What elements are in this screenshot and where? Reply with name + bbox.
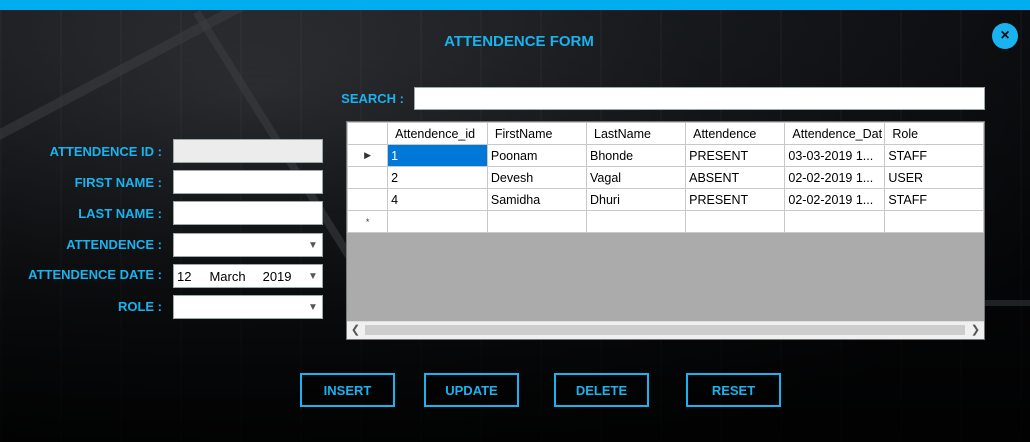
grid-cell[interactable]: Dhuri bbox=[585, 188, 687, 211]
grid-cell[interactable]: Vagal bbox=[585, 166, 687, 189]
role-select[interactable]: ▼ bbox=[173, 295, 323, 319]
grid-cell[interactable]: PRESENT bbox=[685, 188, 786, 211]
grid-cell[interactable]: 02-02-2019 1... bbox=[784, 166, 886, 189]
grid-cell[interactable]: Samidha bbox=[486, 188, 588, 211]
window-top-bar bbox=[0, 0, 1030, 10]
first-name-field[interactable] bbox=[173, 170, 323, 194]
new-row[interactable]: * bbox=[347, 210, 984, 233]
attendence-id-field[interactable] bbox=[173, 139, 323, 163]
role-label: ROLE : bbox=[117, 299, 162, 314]
column-header[interactable]: FirstName bbox=[486, 122, 588, 145]
new-row-marker-icon[interactable]: * bbox=[347, 210, 389, 233]
attendence-id-label: ATTENDENCE ID : bbox=[49, 144, 162, 159]
chevron-down-icon: ▼ bbox=[308, 301, 318, 313]
grid-table: Attendence_id FirstName LastName Attende… bbox=[347, 122, 984, 233]
close-button[interactable]: × bbox=[992, 23, 1018, 49]
column-header[interactable]: Attendence_Dat bbox=[784, 122, 886, 145]
arrow-left-icon[interactable]: ❮ bbox=[347, 322, 364, 339]
grid-cell[interactable]: Bhonde bbox=[585, 144, 687, 167]
grid-cell[interactable] bbox=[387, 210, 488, 233]
insert-button[interactable]: INSERT bbox=[300, 373, 395, 407]
grid-cell[interactable]: 2 bbox=[387, 166, 488, 189]
table-row[interactable]: 2 Devesh Vagal ABSENT 02-02-2019 1... US… bbox=[347, 166, 984, 189]
column-header[interactable]: LastName bbox=[585, 122, 687, 145]
grid-cell[interactable]: Poonam bbox=[486, 144, 588, 167]
horizontal-scrollbar[interactable]: ❮ ❯ bbox=[347, 321, 984, 339]
column-header[interactable]: Attendence bbox=[685, 122, 786, 145]
arrow-right-icon[interactable]: ❯ bbox=[967, 322, 984, 339]
scrollbar-thumb[interactable] bbox=[365, 325, 965, 335]
update-button[interactable]: UPDATE bbox=[424, 373, 519, 407]
last-name-label: LAST NAME : bbox=[78, 206, 162, 221]
search-label: SEARCH : bbox=[341, 91, 404, 106]
chevron-down-icon: ▼ bbox=[308, 239, 318, 251]
grid-cell[interactable]: 02-02-2019 1... bbox=[784, 188, 886, 211]
page-title: ATTENDENCE FORM bbox=[444, 33, 594, 50]
grid-cell[interactable] bbox=[685, 210, 786, 233]
reset-button[interactable]: RESET bbox=[686, 373, 781, 407]
chevron-down-icon: ▼ bbox=[308, 270, 318, 282]
attendence-label: ATTENDENCE : bbox=[66, 237, 162, 252]
close-icon: × bbox=[1000, 27, 1010, 44]
grid-corner-cell bbox=[347, 122, 389, 145]
grid-cell[interactable] bbox=[585, 210, 687, 233]
search-input[interactable] bbox=[414, 87, 985, 110]
grid-cell[interactable] bbox=[884, 210, 984, 233]
date-year: 2019 bbox=[262, 268, 292, 284]
grid-cell[interactable]: USER bbox=[884, 166, 984, 189]
table-row[interactable]: 4 Samidha Dhuri PRESENT 02-02-2019 1... … bbox=[347, 188, 984, 211]
attendence-select[interactable]: ▼ bbox=[173, 233, 323, 257]
grid-header-row: Attendence_id FirstName LastName Attende… bbox=[347, 122, 984, 145]
attendence-date-picker[interactable]: 12 March 2019 ▼ bbox=[173, 264, 323, 288]
grid-cell[interactable]: STAFF bbox=[884, 144, 984, 167]
delete-button[interactable]: DELETE bbox=[554, 373, 649, 407]
date-day: 12 bbox=[177, 268, 192, 284]
grid-cell[interactable]: STAFF bbox=[884, 188, 984, 211]
attendence-data-grid[interactable]: Attendence_id FirstName LastName Attende… bbox=[346, 121, 985, 340]
grid-cell[interactable]: Devesh bbox=[486, 166, 588, 189]
row-header[interactable] bbox=[347, 188, 389, 211]
column-header[interactable]: Attendence_id bbox=[387, 122, 488, 145]
column-header[interactable]: Role bbox=[884, 122, 984, 145]
attendence-date-label: ATTENDENCE DATE : bbox=[28, 267, 162, 282]
grid-cell[interactable]: 1 bbox=[387, 144, 488, 167]
grid-cell[interactable] bbox=[486, 210, 588, 233]
current-row-marker-icon[interactable]: ▶ bbox=[347, 144, 389, 167]
grid-cell[interactable]: 4 bbox=[387, 188, 488, 211]
table-row[interactable]: ▶ 1 Poonam Bhonde PRESENT 03-03-2019 1..… bbox=[347, 144, 984, 167]
last-name-field[interactable] bbox=[173, 201, 323, 225]
row-header[interactable] bbox=[347, 166, 389, 189]
date-text: 12 March 2019 bbox=[174, 269, 304, 284]
grid-cell[interactable]: PRESENT bbox=[685, 144, 786, 167]
date-month: March bbox=[209, 268, 246, 284]
grid-cell[interactable]: ABSENT bbox=[685, 166, 786, 189]
grid-cell[interactable] bbox=[784, 210, 886, 233]
first-name-label: FIRST NAME : bbox=[74, 175, 162, 190]
grid-cell[interactable]: 03-03-2019 1... bbox=[784, 144, 886, 167]
